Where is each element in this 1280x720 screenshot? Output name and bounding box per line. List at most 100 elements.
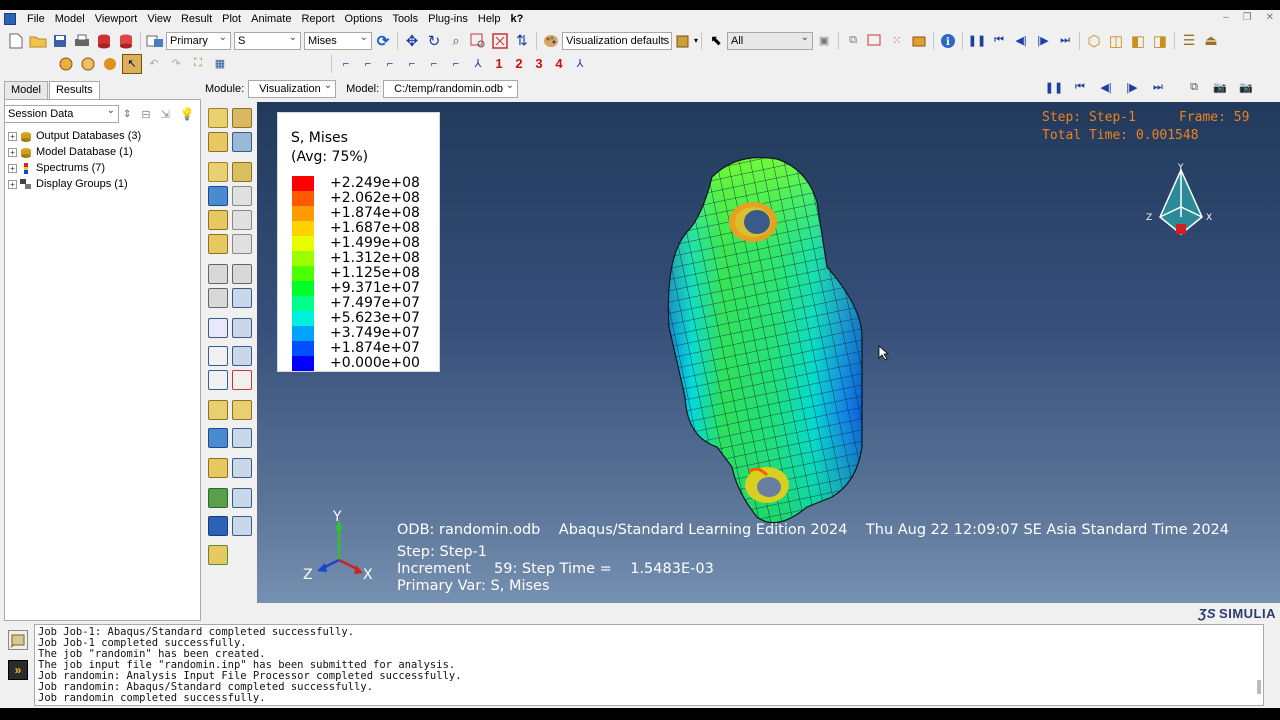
expand-plus-icon[interactable]: + <box>8 163 17 173</box>
expand-icon[interactable]: ⇲ <box>161 108 170 121</box>
vp-first-frame-icon[interactable]: ⏮ <box>1071 80 1089 94</box>
expand-plus-icon[interactable]: + <box>8 147 17 157</box>
selection-options-icon[interactable]: ▣ <box>814 31 834 51</box>
minimize-icon[interactable]: – <box>1223 10 1229 26</box>
vp-camera-icon[interactable]: 📷 <box>1237 80 1255 94</box>
view-cut-icon[interactable] <box>232 400 252 420</box>
result-options-icon[interactable] <box>208 516 228 536</box>
allow-multiple-plot-states-icon[interactable] <box>208 234 228 254</box>
save-icon[interactable] <box>50 31 70 51</box>
filter-icon[interactable]: ⊟ <box>141 108 150 121</box>
selection-filter-select[interactable]: All <box>727 31 814 50</box>
contour-options-icon[interactable] <box>232 162 252 182</box>
message-area-icon[interactable] <box>8 630 28 650</box>
menu-options[interactable]: Options <box>340 10 388 28</box>
view-top-icon[interactable]: ◧ <box>1128 31 1148 51</box>
tree-item-spectrums[interactable]: + Spectrums (7) <box>8 160 141 176</box>
animate-time-history-icon[interactable] <box>232 264 252 284</box>
open-folder-icon[interactable] <box>28 31 48 51</box>
new-file-icon[interactable] <box>6 31 26 51</box>
fe-model-mesh[interactable] <box>657 147 887 542</box>
last-frame-icon[interactable]: ⏭ <box>1055 31 1075 51</box>
session-select[interactable]: Session Data <box>4 105 119 123</box>
menu-file[interactable]: File <box>22 10 50 28</box>
view-cube-triad[interactable]: Y Z X <box>1142 162 1212 252</box>
xy-plot-manager-icon[interactable] <box>232 346 252 366</box>
render-wire-icon[interactable] <box>56 54 76 74</box>
message-scrollbar[interactable] <box>1257 680 1261 694</box>
common-options-icon[interactable] <box>208 488 228 508</box>
query-tool-icon[interactable] <box>208 545 228 565</box>
menu-tools[interactable]: Tools <box>387 10 423 28</box>
menu-plugins[interactable]: Plug-ins <box>423 10 473 28</box>
vp-previous-frame-icon[interactable]: ◀| <box>1097 80 1115 94</box>
menu-viewport[interactable]: Viewport <box>90 10 143 28</box>
assembly-icon[interactable]: ⏏ <box>1201 31 1221 51</box>
rotate-icon[interactable]: ↻ <box>424 31 444 51</box>
field-output-dialog-icon[interactable] <box>232 516 252 536</box>
previous-frame-icon[interactable]: ◀| <box>1011 31 1031 51</box>
xy-data-manager-icon[interactable] <box>232 318 252 338</box>
tree-item-model-database[interactable]: + Model Database (1) <box>8 144 141 160</box>
lightbulb-icon[interactable]: 💡 <box>180 107 195 121</box>
vp-next-frame-icon[interactable]: |▶ <box>1123 80 1141 94</box>
stack-icon[interactable]: ☰ <box>1179 31 1199 51</box>
sort-icon[interactable]: ⇕ <box>123 109 131 120</box>
create-xy-plot-icon[interactable] <box>208 346 228 366</box>
pause-icon[interactable]: ❚❚ <box>967 31 987 51</box>
tree-item-output-databases[interactable]: + Output Databases (3) <box>8 128 141 144</box>
close-icon[interactable]: ✕ <box>1266 10 1274 26</box>
menu-view[interactable]: View <box>142 10 176 28</box>
model-select[interactable]: C:/temp/randomin.odb <box>383 80 519 98</box>
user-view-4-button[interactable]: 4 <box>549 56 569 71</box>
user-view-1-button[interactable]: 1 <box>489 56 509 71</box>
view-iso-axes-icon[interactable]: ⅄ <box>468 54 488 74</box>
vp-copy-icon[interactable]: ⧉ <box>1185 80 1203 94</box>
symbol-options-icon[interactable] <box>232 186 252 206</box>
first-frame-icon[interactable]: ⏮ <box>989 31 1009 51</box>
menu-report[interactable]: Report <box>296 10 339 28</box>
animation-options-icon[interactable] <box>232 288 252 308</box>
info-icon[interactable]: i <box>938 31 958 51</box>
palette-icon[interactable] <box>541 31 561 51</box>
vp-pause-icon[interactable]: ❚❚ <box>1045 80 1063 94</box>
view-front-icon[interactable]: ◫ <box>1106 31 1126 51</box>
create-xy-data-icon[interactable] <box>208 318 228 338</box>
vp-camera-settings-icon[interactable]: 📷 <box>1211 80 1229 94</box>
menu-result[interactable]: Result <box>176 10 217 28</box>
plot-options-icon[interactable] <box>232 132 252 152</box>
tab-model[interactable]: Model <box>4 81 48 99</box>
user-view-3-button[interactable]: 3 <box>529 56 549 71</box>
magnify-icon[interactable]: ⌕ <box>446 31 466 51</box>
display-group-manager-icon[interactable] <box>232 458 252 478</box>
material-orientations-icon[interactable] <box>232 210 252 230</box>
cycle-views-icon[interactable]: ⇅ <box>512 31 532 51</box>
undo-icon[interactable]: ↶ <box>144 54 164 74</box>
select-box-icon[interactable] <box>865 31 885 51</box>
auto-fit-icon[interactable] <box>490 31 510 51</box>
view-xy-icon[interactable]: ⌐ <box>336 54 356 74</box>
module-select[interactable]: Visualization <box>248 80 337 98</box>
superimpose-options-icon[interactable] <box>232 234 252 254</box>
view-side-icon[interactable]: ◨ <box>1150 31 1170 51</box>
select-drag-icon[interactable]: ⧉ <box>843 31 863 51</box>
next-frame-icon[interactable]: |▶ <box>1033 31 1053 51</box>
odb-display-options-icon[interactable] <box>232 488 252 508</box>
view-zx-icon[interactable]: ⌐ <box>380 54 400 74</box>
dropdown-arrow-icon[interactable]: ▾ <box>694 36 698 45</box>
triad-view-icon[interactable]: ⅄ <box>570 54 590 74</box>
view-x-icon[interactable]: ⌐ <box>402 54 422 74</box>
plot-deformed-icon[interactable] <box>232 108 252 128</box>
plot-contours-both-icon[interactable] <box>208 186 228 206</box>
render-style-icon[interactable] <box>673 31 693 51</box>
primary-select[interactable]: Primary <box>166 31 231 50</box>
animate-harmonic-icon[interactable] <box>208 288 228 308</box>
select-cursor-icon[interactable]: ⬉ <box>706 31 726 51</box>
invariant-select[interactable]: Mises <box>304 31 372 50</box>
plot-contours-icon[interactable] <box>208 162 228 182</box>
view-y-icon[interactable]: ⌐ <box>424 54 444 74</box>
menu-model[interactable]: Model <box>50 10 90 28</box>
views-icon[interactable]: ⛶ <box>188 54 208 74</box>
refresh-icon[interactable]: ⟳ <box>373 31 393 51</box>
tab-results[interactable]: Results <box>48 81 100 99</box>
